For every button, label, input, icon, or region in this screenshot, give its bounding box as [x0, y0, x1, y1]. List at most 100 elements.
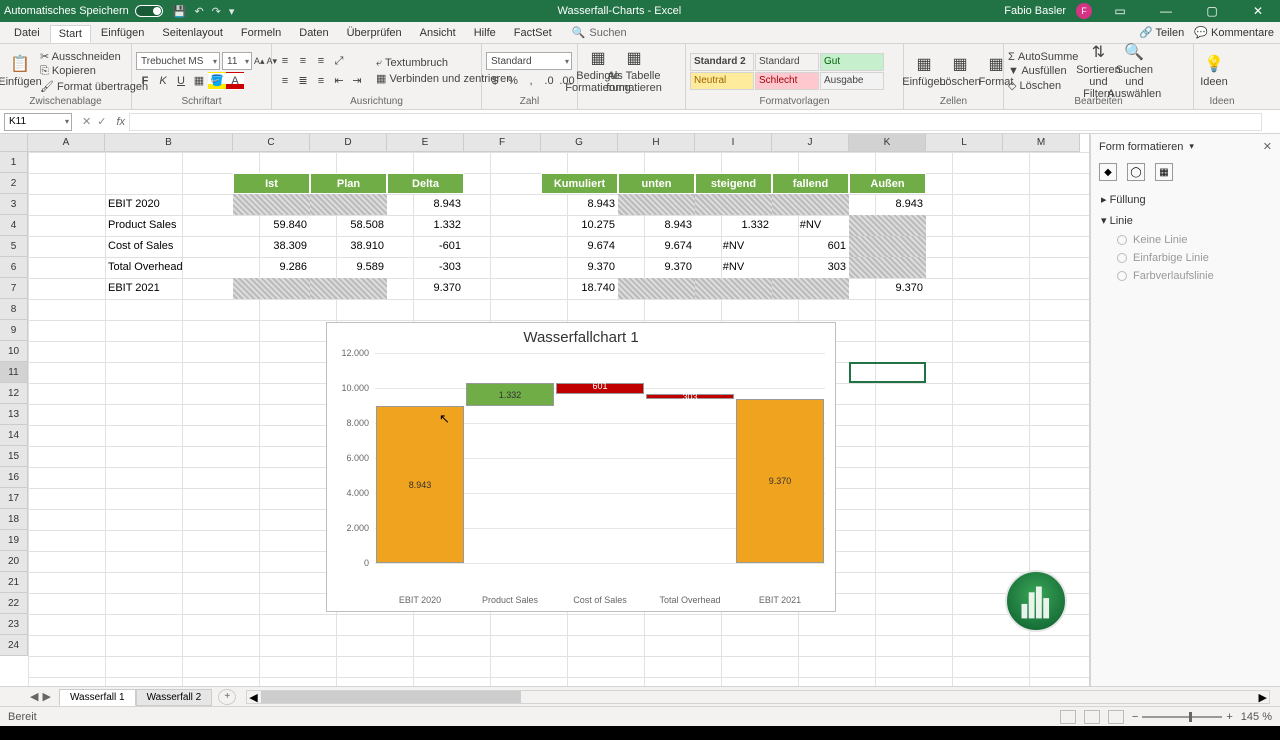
col-header[interactable]: H [618, 134, 695, 152]
cell-B7[interactable]: EBIT 2021 [105, 278, 233, 299]
cell-I5[interactable]: #NV [695, 236, 772, 257]
pane-dropdown-icon[interactable]: ▾ [1189, 141, 1194, 152]
fill-button[interactable]: ▼ Ausfüllen [1008, 65, 1078, 77]
section-fill[interactable]: ▸ Füllung [1101, 189, 1270, 210]
align-mid-icon[interactable]: ≡ [294, 52, 312, 70]
delete-cells-button[interactable]: ▦Löschen [944, 49, 976, 93]
row-header[interactable]: 10 [0, 341, 28, 362]
cell-K6[interactable] [849, 257, 926, 278]
style-neutral[interactable]: Neutral [690, 72, 754, 90]
style-ausgabe[interactable]: Ausgabe [820, 72, 884, 90]
opt-gradient-line[interactable]: Farbverlaufslinie [1101, 267, 1270, 285]
effects-icon[interactable]: ◯ [1127, 163, 1145, 181]
size-icon[interactable]: ▦ [1155, 163, 1173, 181]
cell-C4[interactable]: 59.840 [233, 215, 310, 236]
row-header[interactable]: 14 [0, 425, 28, 446]
cell-G4[interactable]: 10.275 [541, 215, 618, 236]
align-left-icon[interactable]: ≡ [276, 72, 294, 90]
orientation-icon[interactable]: ⤢ [330, 52, 348, 70]
autosum-button[interactable]: Σ AutoSumme [1008, 51, 1078, 63]
tab-datei[interactable]: Datei [6, 25, 48, 41]
cell-J2[interactable]: fallend [772, 173, 849, 194]
opt-solid-line[interactable]: Einfarbige Linie [1101, 249, 1270, 267]
cell-J6[interactable]: 303 [772, 257, 849, 278]
row-header[interactable]: 12 [0, 383, 28, 404]
cell-E5[interactable]: -601 [387, 236, 464, 257]
row-header[interactable]: 11 [0, 362, 28, 383]
style-standard2[interactable]: Standard 2 [690, 53, 754, 71]
minimize-icon[interactable]: — [1148, 4, 1184, 18]
underline-button[interactable]: U [172, 72, 190, 90]
undo-icon[interactable]: ↶ [194, 5, 203, 18]
italic-button[interactable]: K [154, 72, 172, 90]
row-header[interactable]: 22 [0, 593, 28, 614]
tab-ueberpruefen[interactable]: Überprüfen [339, 25, 410, 41]
tab-factset[interactable]: FactSet [506, 25, 560, 41]
paste-button[interactable]: 📋Einfügen [4, 49, 36, 93]
cell-D2[interactable]: Plan [310, 173, 387, 194]
col-header[interactable]: L [926, 134, 1003, 152]
qat-more-icon[interactable]: ▾ [229, 5, 235, 18]
cell-K4[interactable] [849, 215, 926, 236]
user-name[interactable]: Fabio Basler [1004, 5, 1066, 17]
font-name-combo[interactable]: Trebuchet MS [136, 52, 220, 70]
zoom-level[interactable]: 145 % [1241, 711, 1272, 723]
row-header[interactable]: 17 [0, 488, 28, 509]
align-bot-icon[interactable]: ≡ [312, 52, 330, 70]
tab-seitenlayout[interactable]: Seitenlayout [154, 25, 231, 41]
cell-C6[interactable]: 9.286 [233, 257, 310, 278]
increase-font-icon[interactable]: A▴ [254, 56, 265, 67]
number-format-combo[interactable]: Standard [486, 52, 572, 70]
view-break-icon[interactable] [1108, 710, 1124, 724]
col-header[interactable]: E [387, 134, 464, 152]
save-icon[interactable]: 💾 [173, 5, 187, 18]
col-header[interactable]: I [695, 134, 772, 152]
comma-icon[interactable]: , [522, 72, 540, 90]
name-box[interactable]: K11 [4, 113, 72, 131]
cell-D5[interactable]: 38.910 [310, 236, 387, 257]
worksheet[interactable]: ABCDEFGHIJKLM 12345678910111213141516171… [0, 134, 1090, 686]
row-header[interactable]: 23 [0, 614, 28, 635]
row-header[interactable]: 6 [0, 257, 28, 278]
add-sheet-button[interactable]: + [218, 689, 236, 705]
waterfall-chart[interactable]: Wasserfallchart 102.0004.0006.0008.00010… [326, 322, 836, 612]
find-select-button[interactable]: 🔍Suchen und Auswählen [1118, 49, 1150, 93]
cell-B6[interactable]: Total Overhead [105, 257, 233, 278]
cell-G7[interactable]: 18.740 [541, 278, 618, 299]
redo-icon[interactable]: ↷ [212, 5, 221, 18]
cell-D7[interactable] [310, 278, 387, 299]
col-header[interactable]: C [233, 134, 310, 152]
comments-button[interactable]: 💬 Kommentare [1194, 26, 1274, 39]
cell-G6[interactable]: 9.370 [541, 257, 618, 278]
row-header[interactable]: 9 [0, 320, 28, 341]
cell-D6[interactable]: 9.589 [310, 257, 387, 278]
toggle-switch[interactable] [135, 5, 163, 17]
border-button[interactable]: ▦ [190, 72, 208, 90]
autosave-toggle[interactable]: Automatisches Speichern [4, 5, 163, 17]
col-header[interactable]: D [310, 134, 387, 152]
currency-icon[interactable]: $ [486, 72, 504, 90]
tab-ansicht[interactable]: Ansicht [412, 25, 464, 41]
ribbon-options-icon[interactable]: ▭ [1102, 4, 1138, 18]
share-button[interactable]: 🔗 Teilen [1139, 26, 1184, 39]
cell-K7[interactable]: 9.370 [849, 278, 926, 299]
cell-C5[interactable]: 38.309 [233, 236, 310, 257]
scroll-right-icon[interactable]: ▶ [1259, 691, 1267, 704]
row-header[interactable]: 24 [0, 635, 28, 656]
font-color-button[interactable]: A [226, 72, 244, 90]
cell-J4[interactable]: #NV [772, 215, 849, 236]
row-header[interactable]: 18 [0, 509, 28, 530]
sheet-tab-2[interactable]: Wasserfall 2 [136, 689, 213, 706]
cell-J7[interactable] [772, 278, 849, 299]
opt-no-line[interactable]: Keine Linie [1101, 231, 1270, 249]
cell-E4[interactable]: 1.332 [387, 215, 464, 236]
formula-input[interactable] [129, 113, 1262, 131]
row-header[interactable]: 19 [0, 530, 28, 551]
pane-close-icon[interactable]: ✕ [1263, 140, 1272, 153]
tab-hilfe[interactable]: Hilfe [466, 25, 504, 41]
cell-K5[interactable] [849, 236, 926, 257]
align-top-icon[interactable]: ≡ [276, 52, 294, 70]
cell-D3[interactable] [310, 194, 387, 215]
indent-dec-icon[interactable]: ⇤ [330, 72, 348, 90]
insert-cells-button[interactable]: ▦Einfügen [908, 49, 940, 93]
